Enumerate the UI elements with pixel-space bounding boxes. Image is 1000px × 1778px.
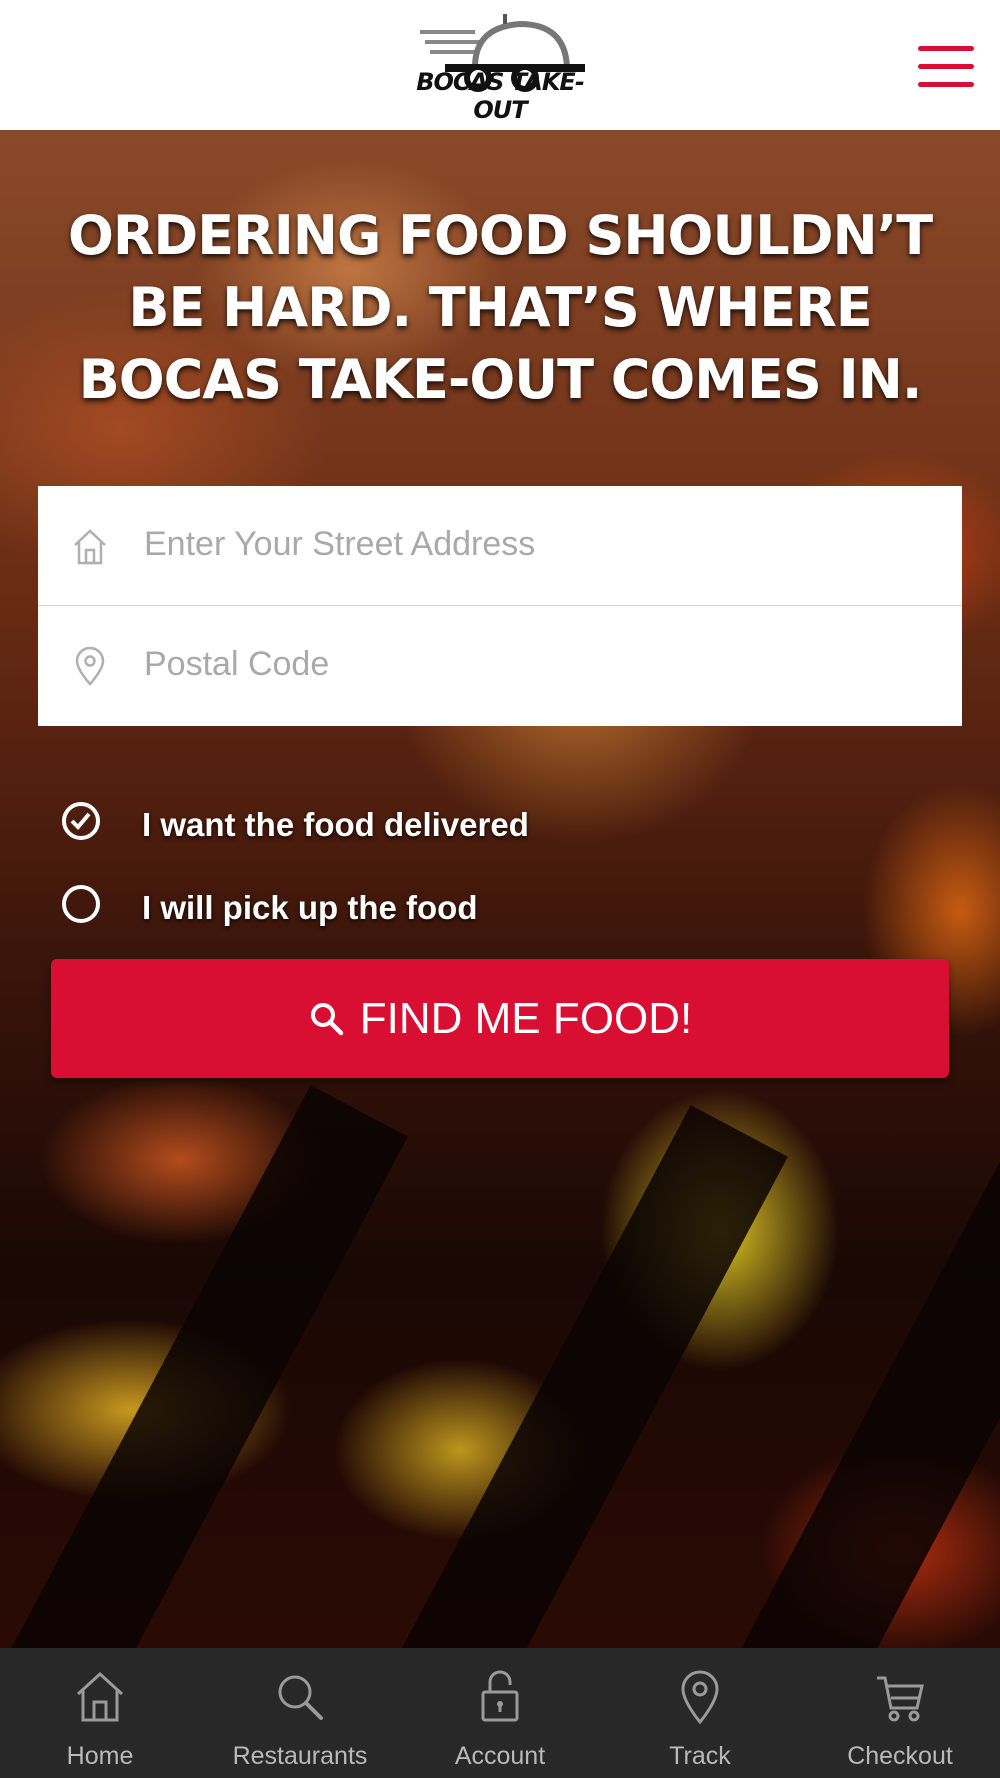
street-address-input[interactable] [144,508,924,580]
nav-label-track: Track [669,1742,731,1770]
grill-bar [0,1085,408,1648]
nav-label-account: Account [454,1742,546,1770]
logo-text: BOCAS TAKE-OUT [416,68,585,124]
hamburger-menu-line [918,64,974,69]
home-icon [74,529,106,565]
grill-bar [362,1105,788,1648]
address-form [38,486,962,726]
delivery-option-radio[interactable]: I want the food delivered [62,798,662,848]
hamburger-menu-icon [918,46,974,51]
postal-code-input[interactable] [144,628,924,700]
nav-item-account[interactable]: Account [400,1648,600,1778]
delivery-option-label: I want the food delivered [142,806,529,843]
nav-item-restaurants[interactable]: Restaurants [200,1648,400,1778]
bocas-takeout-logo[interactable]: BOCAS TAKE-OUT [405,12,595,124]
nav-item-track[interactable]: Track [600,1648,800,1778]
street-address-field-row [38,486,962,606]
hamburger-menu-line [918,82,974,87]
hamburger-menu-button[interactable] [918,46,974,90]
find-me-food-button[interactable]: FIND ME FOOD! [51,959,949,1078]
nav-label-home: Home [66,1742,134,1770]
location-pin-icon [681,1670,719,1724]
postal-code-field-row [38,606,962,725]
radio-checked-icon [62,802,100,840]
location-pin-icon [75,646,105,686]
nav-item-checkout[interactable]: Checkout [800,1648,1000,1778]
search-icon [310,1002,344,1035]
home-icon [76,1671,124,1722]
pickup-option-radio[interactable]: I will pick up the food [62,881,662,931]
nav-item-home[interactable]: Home [0,1648,200,1778]
find-button-label: FIND ME FOOD! [359,993,693,1043]
hero-headline: ORDERING FOOD SHOULDN’T BE HARD. THAT’S … [67,204,933,411]
nav-label-restaurants: Restaurants [232,1742,368,1770]
cart-icon [877,1676,924,1722]
lock-icon [481,1670,519,1722]
radio-unchecked-icon [62,885,100,923]
bottom-navigation: Home Restaurants Account Track Checkout [0,1648,1000,1778]
find-button-content: FIND ME FOOD! [51,959,949,1078]
search-icon [278,1675,323,1720]
nav-label-checkout: Checkout [847,1742,953,1770]
hero-section: ORDERING FOOD SHOULDN’T BE HARD. THAT’S … [0,130,1000,1648]
pickup-option-label: I will pick up the food [142,889,478,926]
app-header: BOCAS TAKE-OUT [0,0,1000,130]
